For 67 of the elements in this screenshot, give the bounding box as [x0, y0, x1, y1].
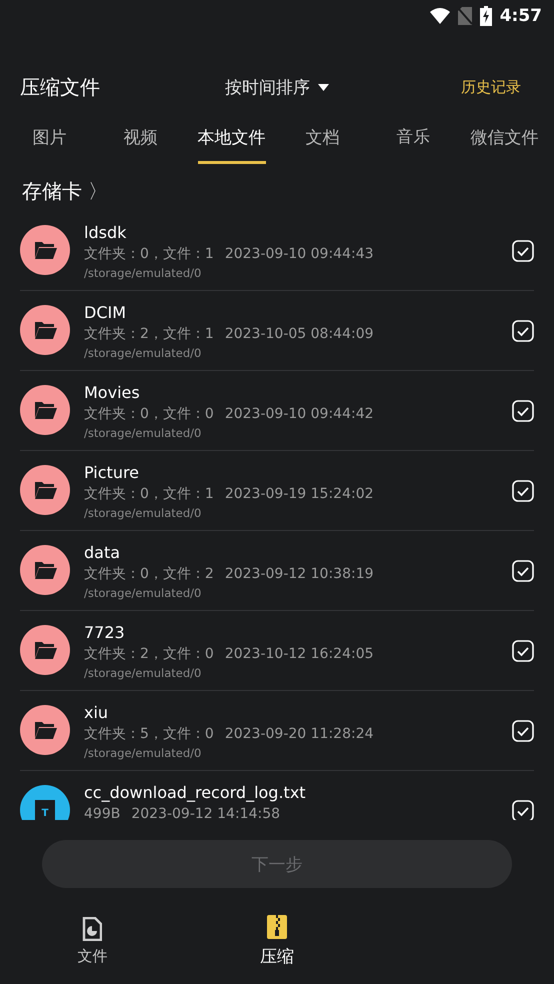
file-name: 7723: [84, 622, 126, 644]
file-path: /storage/emulated/0: [84, 585, 202, 602]
file-path: /storage/emulated/0: [84, 505, 202, 522]
wifi-icon: [430, 8, 450, 24]
modified-date: 2023-10-12 16:24:05: [224, 645, 374, 664]
item-count: 文件夹：5，文件：0: [84, 725, 214, 744]
checkbox[interactable]: [512, 560, 534, 582]
file-name: Movies: [84, 382, 141, 404]
battery-charging-icon: [480, 6, 492, 26]
checkbox[interactable]: [512, 320, 534, 342]
folder-icon: [20, 225, 70, 275]
file-path: /storage/emulated/0: [84, 345, 202, 362]
item-count: 文件夹：0，文件：0: [84, 405, 214, 424]
modified-date: 2023-09-10 09:44:42: [224, 405, 374, 424]
modified-date: 2023-09-19 15:24:02: [224, 485, 374, 504]
category-tab[interactable]: 视频: [95, 107, 186, 171]
file-path: /storage/emulated/0: [84, 665, 202, 682]
file-name: DCIM: [84, 302, 128, 324]
file-name: Picture: [84, 462, 140, 484]
folder-icon: [20, 625, 70, 675]
text-file-icon: T: [20, 785, 70, 820]
item-count: 文件夹：2，文件：1: [84, 325, 214, 344]
file-name: ldsdk: [84, 222, 128, 244]
folder-icon: [20, 305, 70, 355]
folder-icon: [20, 385, 70, 435]
checkbox[interactable]: [512, 640, 534, 662]
modified-date: 2023-10-05 08:44:09: [224, 325, 374, 344]
caret-icon: [318, 84, 329, 90]
no-sim-icon: [458, 7, 472, 25]
status-time: 4:57: [500, 6, 542, 26]
category-tab[interactable]: 图片: [4, 107, 95, 171]
folder-icon: [20, 465, 70, 515]
file-name: cc_download_record_log.txt: [84, 782, 307, 804]
zip-file-icon: [266, 914, 287, 938]
nav-tab[interactable]: 文件: [0, 892, 185, 984]
item-count: 文件夹：0，文件：2: [84, 565, 214, 584]
folder-icon: [20, 545, 70, 595]
storage-breadcrumb[interactable]: 存储卡: [22, 178, 82, 204]
item-count: 文件夹：0，文件：1: [84, 245, 214, 264]
history-link[interactable]: 历史记录: [461, 78, 521, 96]
file-size: 499B: [84, 805, 120, 820]
item-count: 文件夹：2，文件：0: [84, 645, 214, 664]
category-tab[interactable]: 本地文件: [186, 107, 277, 171]
nav-tab[interactable]: 压缩: [184, 892, 370, 984]
modified-date: 2023-09-10 09:44:43: [224, 245, 374, 264]
file-name: xiu: [84, 702, 110, 724]
file-path: /storage/emulated/0: [84, 265, 202, 282]
document-icon: [82, 916, 102, 940]
item-count: 文件夹：0，文件：1: [84, 485, 214, 504]
checkbox[interactable]: [512, 240, 534, 262]
chevron-icon: 〉: [88, 178, 108, 204]
modified-date: 2023-09-20 11:28:24: [224, 725, 374, 744]
category-tab[interactable]: 音乐: [368, 107, 459, 171]
modified-date: 2023-09-12 10:38:19: [224, 565, 374, 584]
file-name: data: [84, 542, 122, 564]
category-tab[interactable]: 微信文件: [459, 107, 550, 171]
modified-date: 2023-09-12 14:14:58: [131, 805, 280, 820]
checkbox[interactable]: [512, 720, 534, 742]
checkbox[interactable]: [512, 400, 534, 422]
category-tab[interactable]: 文档: [277, 107, 368, 171]
folder-icon: [20, 705, 70, 755]
sort-dropdown[interactable]: 按时间排序: [225, 76, 329, 98]
checkbox[interactable]: [512, 480, 534, 502]
checkbox[interactable]: [512, 800, 534, 820]
page-title: 压缩文件: [20, 74, 101, 100]
file-path: /storage/emulated/0: [84, 745, 202, 762]
file-path: /storage/emulated/0: [84, 425, 202, 442]
